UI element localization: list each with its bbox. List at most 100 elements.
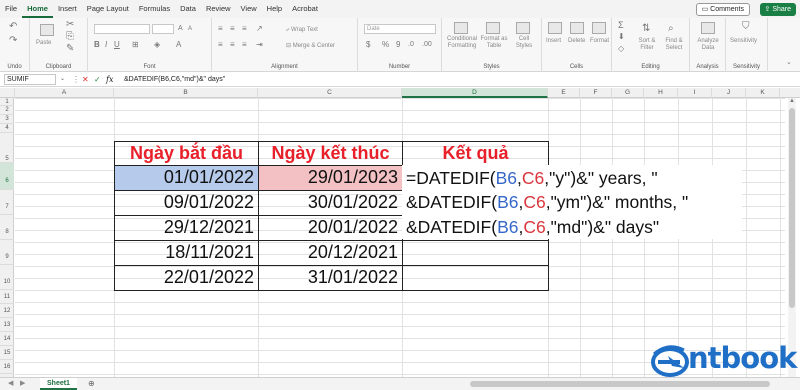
undo-icon[interactable]: ↶ bbox=[9, 22, 17, 32]
row-header[interactable]: 10 bbox=[0, 265, 14, 290]
format-cells-icon[interactable] bbox=[592, 22, 606, 34]
cell-d10[interactable] bbox=[402, 265, 549, 291]
orientation-icon[interactable]: ↗ bbox=[256, 24, 263, 34]
autosum-icon[interactable]: Σ bbox=[618, 20, 624, 30]
column-header[interactable]: A bbox=[15, 88, 114, 98]
format-painter-icon[interactable]: ✎ bbox=[66, 44, 74, 54]
cell-c10[interactable]: 31/01/2022 bbox=[258, 265, 403, 291]
row-header[interactable]: 7 bbox=[0, 190, 14, 215]
column-header[interactable]: E bbox=[548, 88, 580, 98]
comma-icon[interactable]: 9 bbox=[396, 40, 400, 50]
column-header[interactable]: H bbox=[644, 88, 678, 98]
font-color-icon[interactable]: A bbox=[176, 40, 181, 50]
cell-b6[interactable]: 01/01/2022 bbox=[114, 165, 259, 191]
copy-icon[interactable]: ⎘ bbox=[66, 32, 74, 42]
comments-button[interactable]: ▭ Comments bbox=[695, 3, 750, 16]
row-header[interactable]: 4 bbox=[0, 124, 14, 133]
row-header[interactable]: 11 bbox=[0, 290, 14, 304]
format-as-table-icon[interactable] bbox=[486, 22, 500, 34]
name-box[interactable]: SUMIF bbox=[4, 74, 56, 85]
cell-b9[interactable]: 18/11/2021 bbox=[114, 240, 259, 266]
italic-icon[interactable]: I bbox=[105, 40, 107, 50]
header-start-date[interactable]: Ngày bắt đầu bbox=[114, 141, 259, 166]
format-as-table-label[interactable]: Format as Table bbox=[480, 36, 508, 50]
cancel-icon[interactable]: ✕ bbox=[82, 74, 89, 85]
sheet-tab-sheet1[interactable]: Sheet1 bbox=[40, 378, 77, 390]
row-header[interactable]: 16 bbox=[0, 360, 14, 374]
scroll-up-icon[interactable]: ▲ bbox=[789, 98, 795, 104]
name-box-dropdown-icon[interactable]: ⌄ bbox=[60, 74, 65, 85]
row-header[interactable]: 3 bbox=[0, 115, 14, 124]
find-select-icon[interactable]: ⌕ bbox=[668, 24, 674, 34]
tab-acrobat[interactable]: Acrobat bbox=[287, 0, 323, 18]
row-header[interactable]: 8 bbox=[0, 215, 14, 240]
align-bottom-icon[interactable]: ≡ bbox=[242, 24, 247, 34]
cell-b10[interactable]: 22/01/2022 bbox=[114, 265, 259, 291]
tab-formulas[interactable]: Formulas bbox=[134, 0, 175, 18]
font-name-select[interactable] bbox=[94, 24, 150, 34]
bold-icon[interactable]: B bbox=[94, 40, 100, 50]
currency-icon[interactable]: $ bbox=[366, 40, 370, 50]
find-select-label[interactable]: Find & Select bbox=[662, 38, 686, 52]
row-header-selected[interactable]: 6 bbox=[0, 163, 14, 190]
format-cells-label[interactable]: Format bbox=[590, 38, 609, 45]
font-size-select[interactable] bbox=[152, 24, 174, 34]
redo-icon[interactable]: ↷ bbox=[9, 36, 17, 46]
tab-data[interactable]: Data bbox=[175, 0, 201, 18]
merge-center-button[interactable]: ⊟ Merge & Center bbox=[286, 43, 335, 50]
row-header[interactable]: 13 bbox=[0, 318, 14, 332]
tab-file[interactable]: File bbox=[0, 0, 22, 18]
column-header[interactable]: F bbox=[580, 88, 612, 98]
decrease-decimal-icon[interactable]: .00 bbox=[422, 40, 432, 50]
indent-icon[interactable]: ⇥ bbox=[256, 40, 263, 50]
header-end-date[interactable]: Ngày kết thúc bbox=[258, 141, 403, 166]
analyze-data-icon[interactable] bbox=[701, 22, 715, 34]
row-header[interactable]: 2 bbox=[0, 106, 14, 115]
insert-cells-label[interactable]: Insert bbox=[546, 38, 561, 45]
increase-decimal-icon[interactable]: .0 bbox=[408, 40, 414, 50]
sensitivity-button-label[interactable]: Sensitivity bbox=[730, 38, 757, 45]
cell-c6[interactable]: 29/01/2023 bbox=[258, 165, 403, 191]
percent-icon[interactable]: % bbox=[382, 40, 389, 50]
cell-d9[interactable] bbox=[402, 240, 549, 266]
column-header[interactable]: I bbox=[678, 88, 712, 98]
row-header[interactable]: 15 bbox=[0, 346, 14, 360]
prev-sheet-icon[interactable]: ◀ bbox=[8, 379, 13, 387]
row-header[interactable]: 14 bbox=[0, 332, 14, 346]
cell-b7[interactable]: 09/01/2022 bbox=[114, 190, 259, 216]
tab-help[interactable]: Help bbox=[262, 0, 287, 18]
row-header[interactable]: 1 bbox=[0, 98, 14, 106]
column-header[interactable]: G bbox=[612, 88, 644, 98]
delete-cells-label[interactable]: Delete bbox=[568, 38, 585, 45]
fill-icon[interactable]: ⬇ bbox=[618, 32, 625, 42]
formula-input[interactable]: &DATEDIF(B6,C6,"md")&" days" bbox=[124, 74, 225, 85]
horizontal-scroll-thumb[interactable] bbox=[470, 381, 770, 387]
sensitivity-icon[interactable]: ⛉ bbox=[742, 22, 750, 32]
insert-cells-icon[interactable] bbox=[548, 22, 562, 34]
tab-insert[interactable]: Insert bbox=[53, 0, 82, 18]
cell-c8[interactable]: 20/01/2022 bbox=[258, 215, 403, 241]
cell-styles-label[interactable]: Cell Styles bbox=[512, 36, 536, 50]
paste-icon[interactable] bbox=[40, 24, 54, 36]
sort-filter-label[interactable]: Sort & Filter bbox=[636, 38, 658, 52]
share-button[interactable]: ⇪ Share bbox=[759, 3, 796, 16]
column-header[interactable]: C bbox=[258, 88, 402, 98]
underline-icon[interactable]: U bbox=[114, 40, 120, 50]
analyze-data-label[interactable]: Analyze Data bbox=[694, 38, 722, 52]
cell-c7[interactable]: 30/01/2022 bbox=[258, 190, 403, 216]
column-header[interactable]: B bbox=[114, 88, 258, 98]
column-header[interactable]: K bbox=[746, 88, 780, 98]
conditional-formatting-icon[interactable] bbox=[454, 22, 468, 34]
align-right-icon[interactable]: ≡ bbox=[242, 40, 247, 50]
next-sheet-icon[interactable]: ▶ bbox=[20, 379, 25, 387]
tab-review[interactable]: Review bbox=[201, 0, 236, 18]
cell-b8[interactable]: 29/12/2021 bbox=[114, 215, 259, 241]
align-center-icon[interactable]: ≡ bbox=[230, 40, 235, 50]
align-middle-icon[interactable]: ≡ bbox=[230, 24, 235, 34]
delete-cells-icon[interactable] bbox=[570, 22, 584, 34]
enter-icon[interactable]: ✓ bbox=[94, 74, 101, 85]
tab-page-layout[interactable]: Page Layout bbox=[82, 0, 134, 18]
fill-color-icon[interactable]: ◈ bbox=[154, 40, 160, 50]
borders-icon[interactable]: ⊞ bbox=[132, 40, 139, 50]
paste-label[interactable]: Paste bbox=[36, 40, 51, 47]
